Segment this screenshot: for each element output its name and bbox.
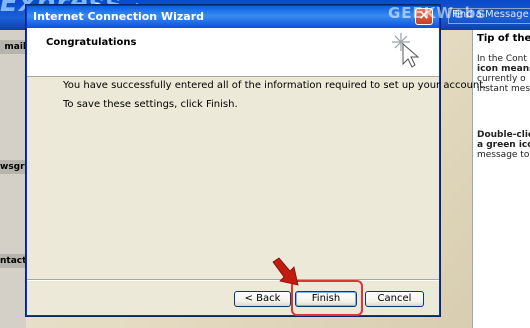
success-message: You have successfully entered all of the… [63,80,487,91]
tip-line: message to [477,150,530,160]
left-pane-item[interactable]: ntacts [0,254,26,268]
wizard-heading: Congratulations [46,37,137,48]
watermark: GEEKWebs [388,4,487,22]
left-pane-item[interactable]: wsgro [0,160,26,174]
left-pane-item[interactable]: mail [0,40,26,54]
internet-connection-wizard: Internet Connection Wizard × Congratulat… [26,5,486,316]
finish-highlight-box [291,280,363,316]
finish-instruction: To save these settings, click Finish. [63,99,238,110]
tip-line: a green ico [477,140,530,150]
wizard-header: Congratulations [27,28,439,77]
tip-line: icon means [477,64,530,74]
outlook-left-pane: mail wsgro ntacts [0,30,26,328]
button-separator [27,279,439,281]
sparkle-cursor-icon [392,33,420,68]
wizard-titlebar[interactable]: Internet Connection Wizard × [27,6,439,28]
tip-title: Tip of the [477,33,530,44]
tip-line: In the Cont [477,54,527,64]
pointer-arrow-icon [272,257,299,286]
tip-line: Double-clic [477,130,530,140]
tip-text-2: Double-clic a green ico message to [477,130,530,160]
wizard-title: Internet Connection Wizard [33,10,204,23]
tip-pane: Tip of the In the Cont icon means curren… [472,30,530,328]
cancel-button[interactable]: Cancel [365,291,424,307]
back-button[interactable]: < Back [234,291,291,307]
